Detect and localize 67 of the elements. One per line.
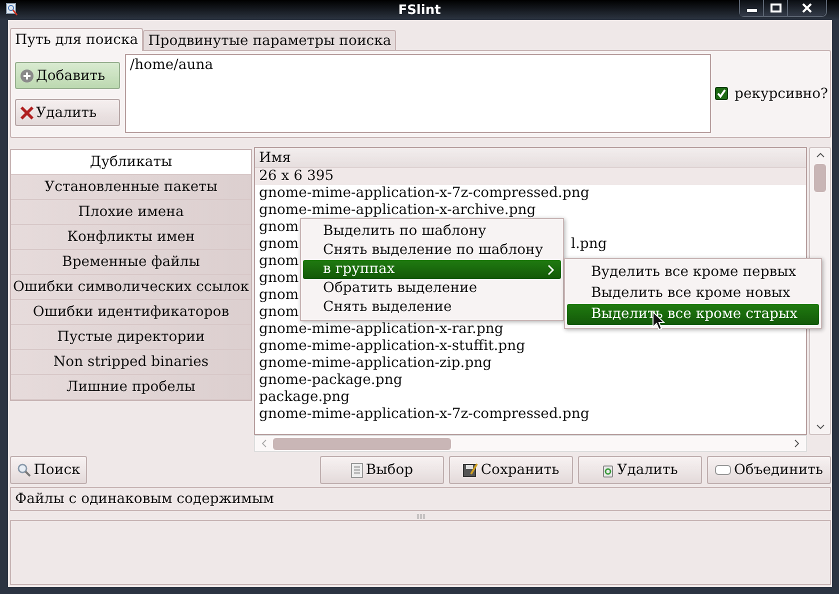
merge-button[interactable]: Объединить	[707, 456, 831, 484]
path-list[interactable]: /home/auna	[124, 54, 712, 133]
recycle-bin-icon	[602, 462, 614, 478]
select-button[interactable]: Выбор	[320, 456, 444, 484]
sidebar-item[interactable]: Плохие имена	[11, 200, 251, 225]
file-name[interactable]: gnom	[259, 219, 299, 235]
close-icon	[801, 3, 813, 13]
file-name[interactable]: gnome-mime-application-zip.png	[259, 355, 492, 371]
sidebar-item[interactable]: Ошибки идентификаторов	[11, 300, 251, 325]
file-name[interactable]: gnom	[259, 236, 299, 252]
sidebar-item[interactable]: Дубликаты	[11, 150, 251, 175]
x-icon	[20, 106, 34, 120]
remove-button[interactable]: Удалить	[15, 99, 120, 126]
sidebar-item[interactable]: Пустые директории	[11, 325, 251, 350]
rounded-rectangle-icon	[714, 465, 731, 475]
floppy-icon	[462, 462, 478, 478]
file-name[interactable]: gnome-mime-application-x-rar.png	[259, 321, 504, 337]
file-name[interactable]: gnome-mime-application-x-7z-compressed.png	[259, 185, 590, 201]
file-name[interactable]: gnome-mime-application-x-archive.png	[259, 202, 536, 218]
horizontal-scrollbar[interactable]	[254, 435, 807, 452]
scrollbar-thumb[interactable]	[814, 164, 826, 192]
status-bar: Файлы с одинаковым содержимым	[10, 487, 831, 511]
close-button[interactable]	[788, 0, 826, 16]
sidebar-item[interactable]: Конфликты имен	[11, 225, 251, 250]
checkbox[interactable]	[715, 87, 728, 100]
sidebar-item[interactable]: Лишние пробелы	[11, 375, 251, 400]
file-name[interactable]: 26 x 6 395	[259, 168, 334, 184]
file-name[interactable]: l.png	[571, 236, 607, 253]
sidebar-item[interactable]: Временные файлы	[11, 250, 251, 275]
file-name[interactable]: gnom	[259, 270, 299, 286]
menu-item[interactable]: Вуделить все кроме первых	[567, 262, 819, 283]
path-entry[interactable]: /home/auna	[130, 57, 706, 73]
search-icon	[16, 463, 31, 477]
sidebar-item[interactable]: Non stripped binaries	[11, 350, 251, 375]
menu-item[interactable]: Обратить выделение	[303, 279, 561, 298]
file-name[interactable]: package.png	[259, 389, 350, 405]
save-button[interactable]: Сохранить	[449, 456, 573, 484]
maximize-icon	[770, 3, 782, 13]
delete-button[interactable]: Удалить	[578, 456, 702, 484]
checkbox-label: рекурсивно?	[734, 86, 828, 102]
sidebar-item[interactable]: Установленные пакеты	[11, 175, 251, 200]
add-button[interactable]: Добавить	[15, 62, 120, 89]
menu-item[interactable]: Выделить все кроме новых	[567, 283, 819, 304]
file-name[interactable]: gnome-mime-application-x-stuffit.png	[259, 338, 526, 354]
tab[interactable]: Продвинутые параметры поиска	[143, 30, 396, 50]
window-title: FSlint	[398, 2, 441, 18]
sidebar-item[interactable]: Ошибки символических ссылок	[11, 275, 251, 300]
menu-item[interactable]: Выделить по шаблону	[303, 222, 561, 241]
file-name[interactable]: gnom	[259, 287, 299, 303]
file-name[interactable]: gnome-package.png	[259, 372, 402, 388]
search-button[interactable]: Поиск	[10, 456, 87, 484]
document-icon	[350, 462, 363, 478]
file-name[interactable]: gnom	[259, 304, 299, 320]
tab[interactable]: Путь для поиска	[10, 28, 144, 51]
minimize-button[interactable]	[740, 0, 764, 16]
plus-icon	[20, 68, 34, 82]
magnifier-icon	[6, 3, 18, 16]
menu-item[interactable]: Снять выделение по шаблону	[303, 241, 561, 260]
chevron-icon	[547, 264, 555, 276]
menu-item[interactable]: Снять выделение	[303, 298, 561, 317]
scrollbar-thumb[interactable]	[273, 438, 451, 450]
file-name[interactable]: gnome-mime-application-x-7z-compressed.png	[259, 406, 590, 422]
file-name[interactable]: gnom	[259, 253, 299, 269]
maximize-button[interactable]	[764, 0, 788, 16]
resize-grip-icon[interactable]	[416, 514, 424, 519]
column-header[interactable]: Имя	[255, 148, 806, 168]
menu-item[interactable]: в группах	[303, 260, 561, 279]
